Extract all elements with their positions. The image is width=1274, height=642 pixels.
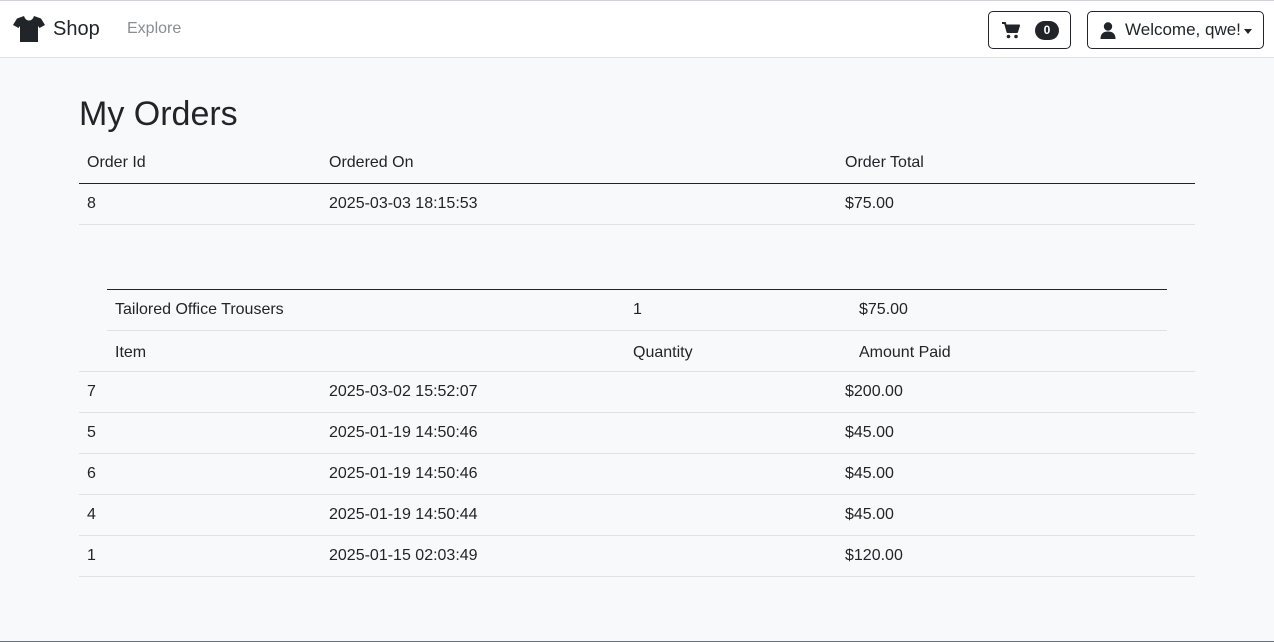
header-order-total: Order Total bbox=[845, 154, 924, 171]
header-item: Item bbox=[115, 344, 147, 361]
order-total: $200.00 bbox=[845, 383, 903, 400]
chevron-down-icon bbox=[1244, 29, 1252, 34]
cart-button[interactable]: 0 bbox=[988, 11, 1071, 49]
brand-name: Shop bbox=[53, 17, 100, 40]
header-quantity: Quantity bbox=[633, 344, 693, 361]
table-row[interactable]: 6 2025-01-19 14:50:46 $45.00 bbox=[79, 454, 1195, 495]
order-date: 2025-01-15 02:03:49 bbox=[329, 547, 478, 564]
header-ordered-on: Ordered On bbox=[329, 154, 414, 171]
header-amount-paid: Amount Paid bbox=[859, 344, 951, 361]
order-date: 2025-01-19 14:50:44 bbox=[329, 506, 478, 523]
table-row[interactable]: 4 2025-01-19 14:50:44 $45.00 bbox=[79, 495, 1195, 536]
item-name: Tailored Office Trousers bbox=[115, 301, 284, 318]
order-date: 2025-03-02 15:52:07 bbox=[329, 383, 478, 400]
item-quantity: 1 bbox=[633, 301, 642, 318]
order-id: 6 bbox=[87, 465, 96, 482]
item-amount-paid: $75.00 bbox=[859, 301, 908, 318]
brand-link[interactable]: Shop bbox=[13, 15, 100, 43]
orders-table-header: Order Id Ordered On Order Total bbox=[79, 143, 1195, 184]
order-id: 4 bbox=[87, 506, 96, 523]
page-title: My Orders bbox=[79, 95, 238, 133]
user-menu-button[interactable]: Welcome, qwe! bbox=[1087, 11, 1264, 49]
order-date: 2025-01-19 14:50:46 bbox=[329, 424, 478, 441]
cart-icon bbox=[1002, 22, 1020, 39]
order-id: 7 bbox=[87, 383, 96, 400]
order-id: 1 bbox=[87, 547, 96, 564]
order-date: 2025-03-03 18:15:53 bbox=[329, 195, 478, 212]
user-welcome-label: Welcome, qwe! bbox=[1125, 20, 1241, 39]
user-icon bbox=[1100, 22, 1116, 39]
table-row[interactable]: 7 2025-03-02 15:52:07 $200.00 bbox=[79, 372, 1195, 413]
order-date: 2025-01-19 14:50:46 bbox=[329, 465, 478, 482]
table-row[interactable]: 5 2025-01-19 14:50:46 $45.00 bbox=[79, 413, 1195, 454]
order-total: $45.00 bbox=[845, 465, 894, 482]
order-total: $75.00 bbox=[845, 195, 894, 212]
tshirt-icon bbox=[13, 16, 45, 42]
header-order-id: Order Id bbox=[87, 154, 146, 171]
table-row[interactable]: 8 2025-03-03 18:15:53 $75.00 bbox=[79, 184, 1195, 225]
order-total: $120.00 bbox=[845, 547, 903, 564]
list-item: Tailored Office Trousers 1 $75.00 bbox=[107, 290, 1167, 331]
navbar: Shop Explore 0 Welcome, qwe! bbox=[0, 0, 1274, 58]
order-total: $45.00 bbox=[845, 424, 894, 441]
order-id: 5 bbox=[87, 424, 96, 441]
table-row[interactable]: 1 2025-01-15 02:03:49 $120.00 bbox=[79, 536, 1195, 577]
order-details-header: Item Quantity Amount Paid bbox=[107, 249, 1167, 361]
nav-explore-link[interactable]: Explore bbox=[127, 20, 181, 38]
order-id: 8 bbox=[87, 195, 96, 212]
order-total: $45.00 bbox=[845, 506, 894, 523]
cart-count-badge: 0 bbox=[1035, 21, 1059, 40]
